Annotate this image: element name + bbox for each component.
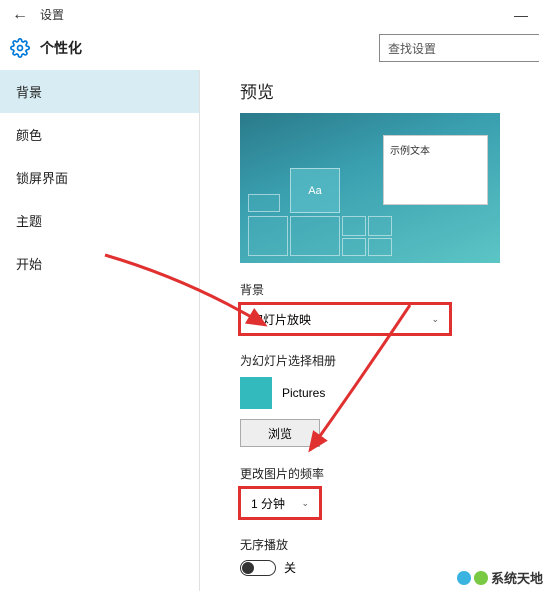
browse-button[interactable]: 浏览 xyxy=(240,419,320,447)
window-title: 设置 xyxy=(40,6,64,23)
preview-aa-tile: Aa xyxy=(290,168,340,213)
back-button[interactable]: ← xyxy=(8,3,32,27)
album-name: Pictures xyxy=(282,386,325,400)
watermark: 系统天地 xyxy=(457,568,543,587)
frequency-value: 1 分钟 xyxy=(251,495,285,512)
page-title: 个性化 xyxy=(40,38,82,58)
preview-header: 预览 xyxy=(240,78,533,103)
gear-icon xyxy=(10,38,30,58)
sidebar-item-start[interactable]: 开始 xyxy=(0,242,199,285)
album-label: 为幻灯片选择相册 xyxy=(240,352,533,369)
sidebar-item-themes[interactable]: 主题 xyxy=(0,199,199,242)
content-area: 预览 Aa 示例文本 背景 幻灯片放映 ⌄ 为幻灯片选择相册 P xyxy=(200,70,549,591)
sidebar: 背景 颜色 锁屏界面 主题 开始 xyxy=(0,70,200,591)
minimize-button[interactable]: — xyxy=(501,7,541,23)
album-thumbnail[interactable] xyxy=(240,377,272,409)
background-value: 幻灯片放映 xyxy=(251,311,311,328)
sidebar-item-background[interactable]: 背景 xyxy=(0,70,199,113)
chevron-down-icon: ⌄ xyxy=(301,498,309,509)
album-row: Pictures xyxy=(240,377,533,409)
frequency-label: 更改图片的频率 xyxy=(240,465,533,482)
frequency-dropdown[interactable]: 1 分钟 ⌄ xyxy=(240,488,320,518)
background-label: 背景 xyxy=(240,281,533,298)
sidebar-item-lockscreen[interactable]: 锁屏界面 xyxy=(0,156,199,199)
search-placeholder: 查找设置 xyxy=(388,40,436,57)
shuffle-label: 无序播放 xyxy=(240,536,533,553)
sidebar-item-colors[interactable]: 颜色 xyxy=(0,113,199,156)
preview-sample-window: 示例文本 xyxy=(383,135,488,205)
shuffle-toggle[interactable] xyxy=(240,560,276,576)
background-dropdown[interactable]: 幻灯片放映 ⌄ xyxy=(240,304,450,334)
chevron-down-icon: ⌄ xyxy=(431,314,439,325)
shuffle-state: 关 xyxy=(284,559,296,576)
preview-thumbnail: Aa 示例文本 xyxy=(240,113,500,263)
search-input[interactable]: 查找设置 xyxy=(379,34,539,62)
